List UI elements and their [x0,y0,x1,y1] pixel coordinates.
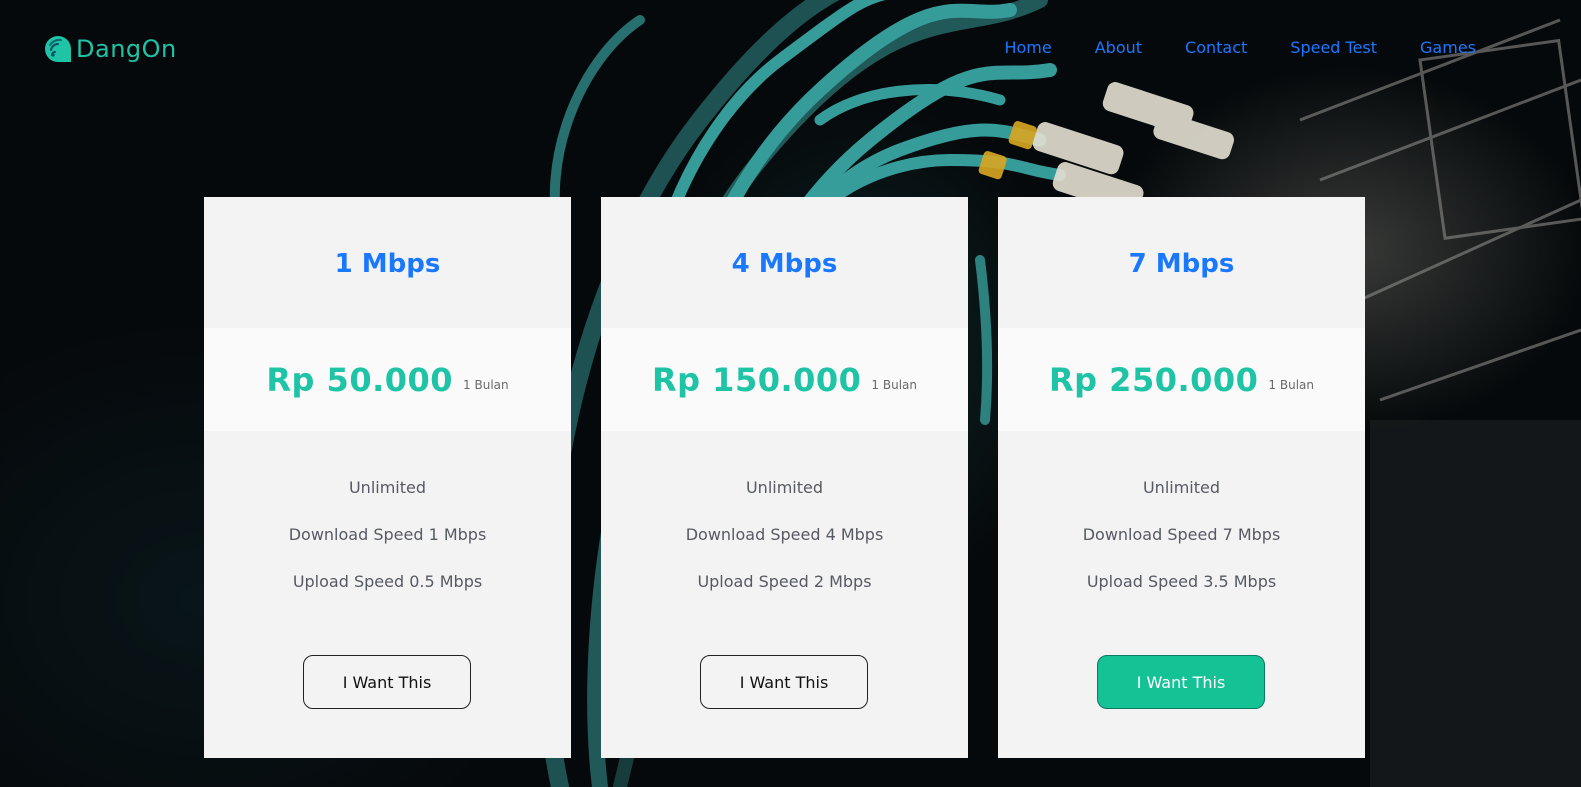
pricing-card-7mbps: 7 Mbps Rp 250.000 1 Bulan Unlimited Down… [998,197,1365,758]
plan-period: 1 Bulan [871,377,918,392]
feature-item: Upload Speed 3.5 Mbps [1086,572,1277,591]
plan-price: Rp 250.000 [1048,360,1259,399]
plan-title: 4 Mbps [731,248,838,279]
feature-item: Unlimited [1142,478,1221,497]
plan-title: 7 Mbps [1128,248,1235,279]
wifi-chat-bubble-icon [43,34,73,64]
plan-price: Rp 50.000 [266,360,454,399]
plan-title: 1 Mbps [334,248,441,279]
feature-item: Download Speed 7 Mbps [1082,525,1281,544]
feature-item: Download Speed 4 Mbps [685,525,884,544]
nav-link-games[interactable]: Games [1420,38,1476,57]
card-header: 1 Mbps [204,197,571,328]
feature-list: Unlimited Download Speed 1 Mbps Upload S… [204,431,571,619]
nav-link-speed-test[interactable]: Speed Test [1290,38,1377,57]
select-plan-button[interactable]: I Want This [303,655,471,709]
select-plan-button[interactable]: I Want This [700,655,868,709]
plan-price: Rp 150.000 [651,360,862,399]
navbar: DangOn Home About Contact Speed Test Gam… [0,0,1581,100]
feature-list: Unlimited Download Speed 4 Mbps Upload S… [601,431,968,619]
brand-name: DangOn [76,35,177,63]
nav-link-about[interactable]: About [1095,38,1142,57]
feature-list: Unlimited Download Speed 7 Mbps Upload S… [998,431,1365,619]
feature-item: Upload Speed 2 Mbps [697,572,872,591]
pricing-card-4mbps: 4 Mbps Rp 150.000 1 Bulan Unlimited Down… [601,197,968,758]
brand-logo[interactable]: DangOn [43,34,177,64]
select-plan-button[interactable]: I Want This [1097,655,1265,709]
feature-item: Unlimited [348,478,427,497]
feature-item: Unlimited [745,478,824,497]
feature-item: Upload Speed 0.5 Mbps [292,572,483,591]
nav-link-home[interactable]: Home [1004,38,1051,57]
price-band: Rp 250.000 1 Bulan [998,328,1365,431]
plan-period: 1 Bulan [463,377,509,392]
nav-menu: Home About Contact Speed Test Games [961,38,1476,57]
card-header: 4 Mbps [601,197,968,328]
feature-item: Download Speed 1 Mbps [288,525,487,544]
card-header: 7 Mbps [998,197,1365,328]
plan-period: 1 Bulan [1268,377,1315,392]
price-band: Rp 150.000 1 Bulan [601,328,968,431]
nav-link-contact[interactable]: Contact [1185,38,1247,57]
price-band: Rp 50.000 1 Bulan [204,328,571,431]
pricing-card-1mbps: 1 Mbps Rp 50.000 1 Bulan Unlimited Downl… [204,197,571,758]
